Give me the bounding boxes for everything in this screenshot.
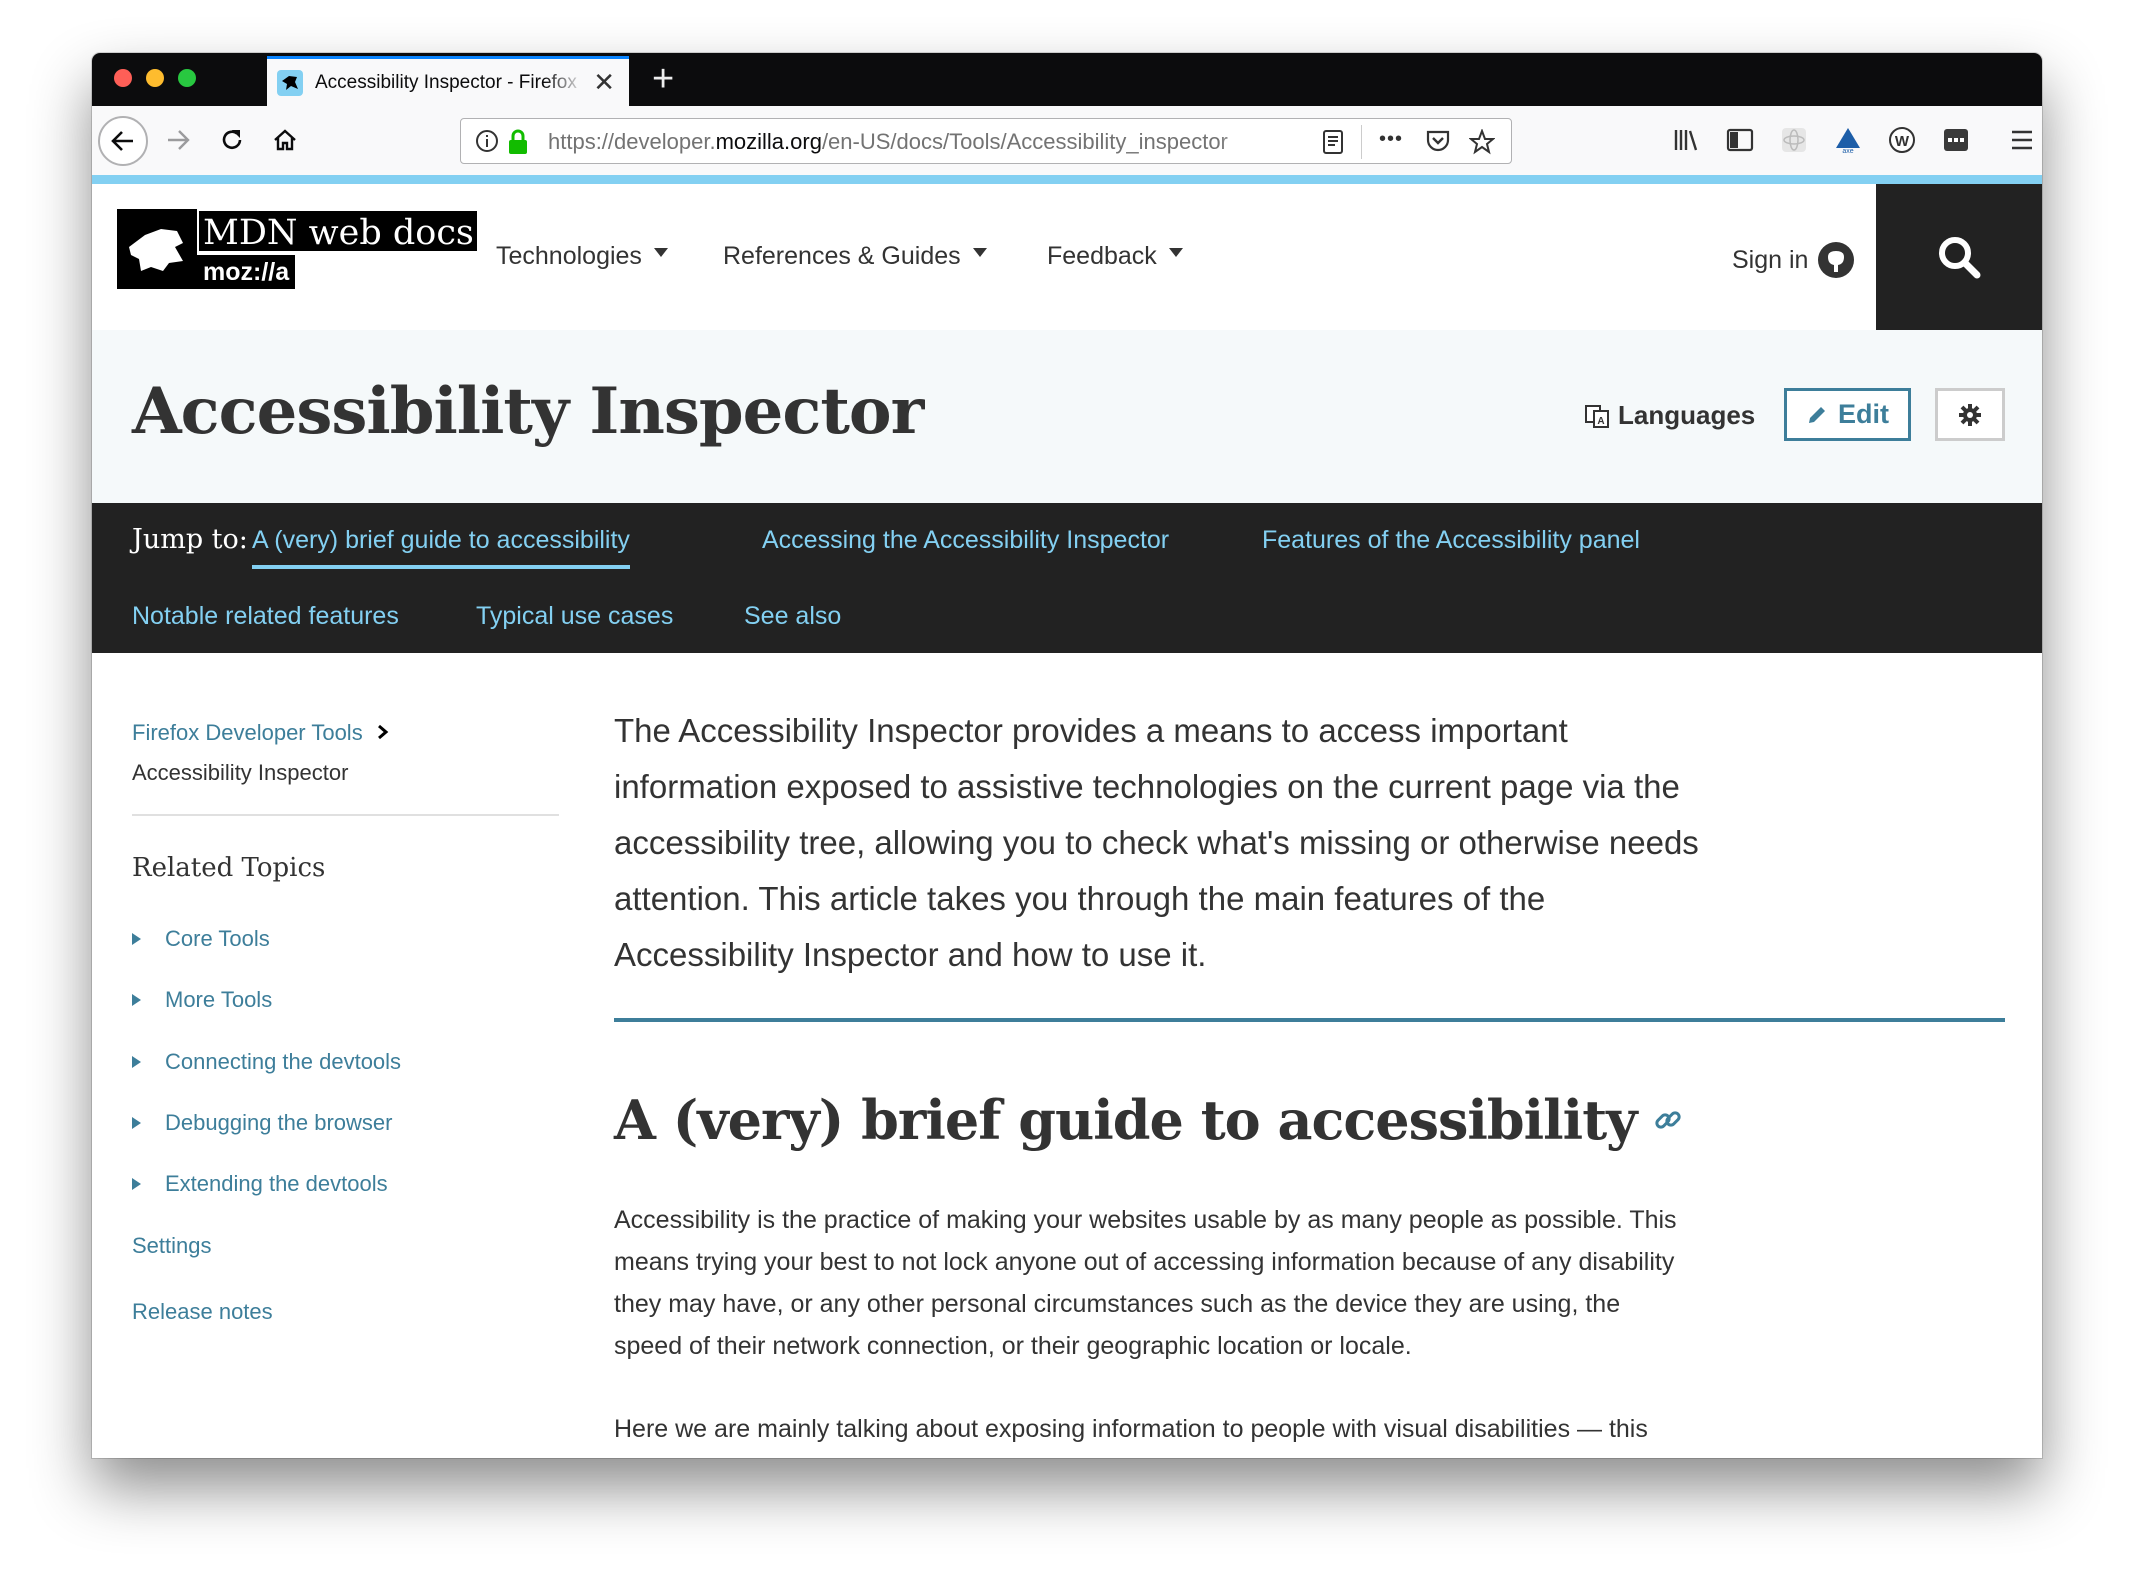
browser-window: Accessibility Inspector - Firefox ✕ + ht… [92,53,2042,1458]
page-top-accent [92,175,2042,184]
back-arrow-icon [111,131,133,151]
tab-title: Accessibility Inspector - Firefox [315,71,577,93]
dropdown-caret-icon [653,248,668,257]
wappalyzer-icon[interactable]: W [1884,122,1920,158]
url-separator [1361,125,1362,159]
expand-triangle-icon [132,1178,141,1190]
search-button[interactable] [1876,184,2042,330]
summary-divider [614,1018,2005,1022]
jump-link-use-cases[interactable]: Typical use cases [476,602,673,631]
reader-view-icon[interactable] [1321,129,1345,155]
chevron-right-icon [377,724,389,740]
sidebar-item-core-tools[interactable]: Core Tools [132,926,270,952]
pocket-icon[interactable] [1425,129,1451,153]
settings-gear-button[interactable] [1935,388,2005,441]
permalink-icon[interactable] [1653,1105,1683,1135]
logo-wordmark: MDN web docs [197,209,479,253]
sidebar-item-release-notes[interactable]: Release notes [132,1299,273,1325]
search-icon [1939,237,1981,279]
axe-extension-icon[interactable]: axe [1830,122,1866,158]
paragraph: Accessibility is the practice of making … [614,1206,1677,1360]
edit-button[interactable]: Edit [1784,388,1911,441]
lock-icon[interactable] [507,129,529,155]
sidebar-item-debugging-browser[interactable]: Debugging the browser [132,1110,392,1136]
zoom-window-button[interactable] [178,69,196,87]
jump-link-accessing-inspector[interactable]: Accessing the Accessibility Inspector [762,526,1169,555]
home-button[interactable] [263,118,307,162]
mdn-header: MDN web docs moz://a Technologies Refere… [92,184,2042,330]
section-heading: A (very) brief guide to accessibility [614,1088,1683,1152]
jump-link-related-features[interactable]: Notable related features [132,602,399,631]
languages-button[interactable]: A Languages [1584,400,1755,431]
jump-to-bar: Jump to: A (very) brief guide to accessi… [92,503,2042,653]
password-manager-icon[interactable] [1938,122,1974,158]
gear-icon [1959,403,1981,426]
hamburger-menu-icon[interactable] [2004,122,2040,158]
url-bar[interactable]: https://developer.mozilla.org/en-US/docs… [460,118,1512,164]
page-title: Accessibility Inspector [132,374,924,449]
github-icon [1818,242,1855,278]
svg-text:A: A [1597,416,1604,427]
mdn-logo[interactable]: MDN web docs moz://a [117,209,479,289]
library-icon[interactable] [1668,122,1704,158]
translate-icon: A [1585,404,1609,428]
back-button[interactable] [98,116,148,166]
expand-triangle-icon [132,1117,141,1129]
dropdown-caret-icon [972,248,987,257]
nav-references-guides[interactable]: References & Guides [723,242,987,271]
breadcrumb-current: Accessibility Inspector [132,760,349,785]
breadcrumb-parent-link[interactable]: Firefox Developer Tools [132,720,363,745]
pencil-icon [1809,406,1825,423]
dropdown-caret-icon [1168,248,1183,257]
page-actions-icon[interactable]: ••• [1379,128,1403,151]
title-band: Accessibility Inspector A Languages Edit [92,330,2042,503]
sidebar-item-settings[interactable]: Settings [132,1233,212,1259]
sidebar-item-more-tools[interactable]: More Tools [132,987,272,1013]
minimize-window-button[interactable] [146,69,164,87]
url-text[interactable]: https://developer.mozilla.org/en-US/docs… [548,129,1268,155]
home-icon [274,129,296,151]
reload-button[interactable] [210,118,254,162]
forward-arrow-icon [168,130,190,150]
sidebar-divider [132,814,559,816]
tab-close-icon[interactable]: ✕ [593,69,615,95]
nav-feedback[interactable]: Feedback [1047,242,1183,271]
expand-triangle-icon [132,994,141,1006]
new-tab-button[interactable]: + [652,57,674,101]
tab-strip: Accessibility Inspector - Firefox ✕ + [92,53,2042,106]
mozilla-wordmark: moz://a [197,255,296,289]
jump-link-brief-guide[interactable]: A (very) brief guide to accessibility [252,526,630,569]
mdn-favicon-icon [277,69,303,96]
tab-accessibility-inspector[interactable]: Accessibility Inspector - Firefox ✕ [267,56,629,106]
sidebar-toggle-icon[interactable] [1722,122,1758,158]
bookmark-star-icon[interactable] [1469,129,1495,155]
sidebar-item-connecting-devtools[interactable]: Connecting the devtools [132,1049,401,1075]
nav-technologies[interactable]: Technologies [496,242,668,271]
jump-to-label: Jump to: [132,524,248,555]
sign-in-link[interactable]: Sign in [1732,240,1856,280]
sidebar-item-extending-devtools[interactable]: Extending the devtools [132,1171,388,1197]
paragraph: Here we are mainly talking about exposin… [614,1415,1648,1443]
related-topics-heading: Related Topics [132,853,326,883]
info-icon[interactable] [475,129,499,153]
mdn-dino-logo-icon [117,209,197,289]
forward-button[interactable] [156,118,200,162]
react-devtools-icon[interactable] [1776,122,1812,158]
breadcrumb: Firefox Developer Tools Accessibility In… [132,713,389,793]
jump-link-features-panel[interactable]: Features of the Accessibility panel [1262,526,1640,555]
svg-text:axe: axe [1842,148,1853,154]
close-window-button[interactable] [114,69,132,87]
article-summary: The Accessibility Inspector provides a m… [614,712,1699,973]
expand-triangle-icon [132,933,141,945]
expand-triangle-icon [132,1056,141,1068]
jump-link-see-also[interactable]: See also [744,602,841,631]
svg-text:W: W [1895,133,1910,150]
navigation-toolbar: https://developer.mozilla.org/en-US/docs… [92,106,2042,176]
reload-icon [222,130,242,149]
